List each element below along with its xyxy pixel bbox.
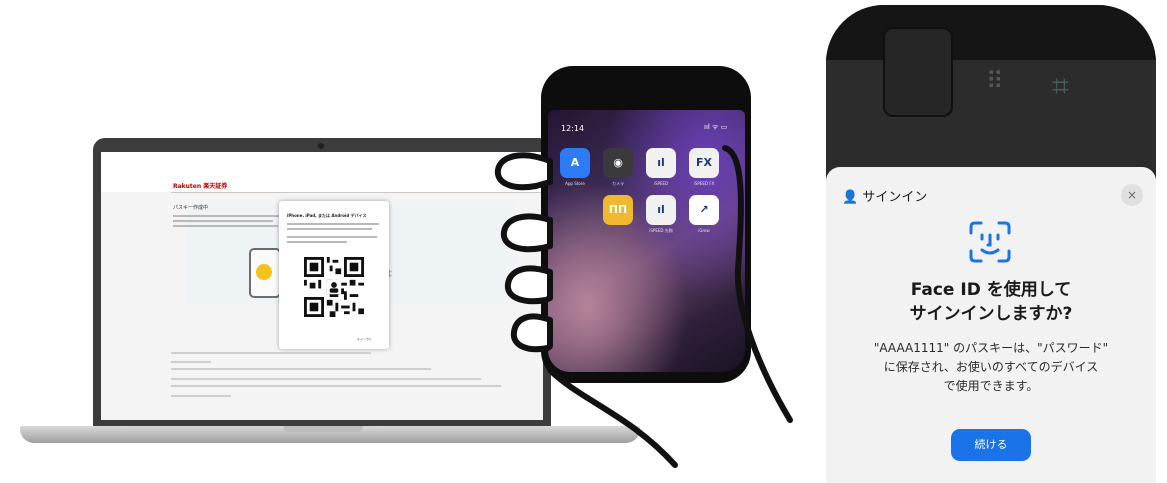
text-line: [287, 236, 377, 238]
signin-sheet: 👤 サインイン × Face ID を使用して サインインしますか? "AAAA…: [826, 167, 1156, 483]
text-line: [287, 223, 379, 225]
status-time: 12:14: [561, 124, 585, 133]
continue-button[interactable]: 続ける: [951, 429, 1031, 461]
text-line: [287, 228, 372, 230]
footer-line: [171, 352, 371, 354]
face-id-icon: [969, 221, 1011, 263]
sheet-header: 👤 サインイン: [842, 186, 927, 205]
sheet-heading: Face ID を使用して サインインしますか?: [826, 278, 1156, 326]
sheet-body-line: "AAAA1111" のパスキーは、"パスワード": [873, 341, 1109, 355]
laptop-notch: [283, 426, 363, 432]
sheet-title: サインイン: [862, 190, 928, 205]
page-title: パスキー作成中: [173, 205, 209, 211]
qr-dialog: iPhone, iPad, または Android デバイス キャンセル: [279, 201, 389, 349]
laptop-camera: [318, 143, 324, 149]
footer-line: [171, 361, 211, 363]
footer-line: [171, 395, 231, 397]
sheet-heading-line: Face ID を使用して: [910, 280, 1072, 300]
sheet-description: "AAAA1111" のパスキーは、"パスワード" に保存され、お使いのすべての…: [826, 339, 1156, 396]
phone-outline-icon: [883, 27, 953, 117]
face-id-background-icon: ⌗: [1052, 69, 1069, 104]
footer-line: [171, 385, 501, 387]
text-line: [173, 225, 278, 227]
shield-icon: [256, 264, 272, 280]
sheet-body-line: に保存され、お使いのすべてのデバイス: [883, 360, 1099, 374]
sheet-heading-line: サインインしますか?: [909, 304, 1073, 324]
keypad-icon: ⠿: [986, 67, 1004, 95]
close-button[interactable]: ×: [1121, 184, 1143, 206]
status-icons: ııl ᯤ ▭: [704, 123, 728, 131]
rakuten-logo: Rakuten 楽天証券: [173, 183, 228, 190]
footer-line: [171, 368, 431, 370]
qr-dialog-title: iPhone, iPad, または Android デバイス: [287, 213, 367, 218]
person-key-icon: 👤: [842, 190, 859, 205]
faceid-phone: ⠿ ⌗ 👤 サインイン × Face ID を使用して サインインしますか? "…: [826, 5, 1156, 483]
qr-code: [304, 257, 364, 317]
qr-dialog-cancel[interactable]: キャンセル: [357, 337, 372, 341]
hand-illustration: [494, 145, 793, 468]
footer-line: [171, 378, 481, 380]
sheet-body-line: で使用できます。: [943, 379, 1039, 393]
text-line: [173, 220, 273, 222]
text-line: [287, 241, 347, 243]
text-line: [173, 215, 283, 217]
phone-top-edge: [826, 5, 1156, 60]
